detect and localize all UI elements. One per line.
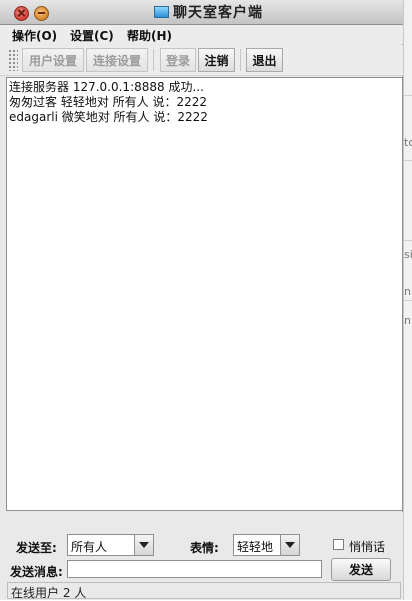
chevron-down-icon[interactable] <box>134 535 153 555</box>
close-window-button[interactable] <box>14 6 29 21</box>
logout-button[interactable]: 注销 <box>198 48 235 72</box>
compose-panel: 发送至: 所有人 表情: 轻轻地 悄悄话 发送消息: 发送 在线用户 2 人 <box>0 512 403 600</box>
background-window-strip <box>403 0 412 600</box>
bg-divider <box>404 160 412 161</box>
whisper-checkbox[interactable] <box>333 539 344 550</box>
menu-bar: 操作(O) 设置(C) 帮助(H) <box>0 25 403 44</box>
toolbar: 用户设置 连接设置 登录 注销 退出 <box>0 45 403 76</box>
user-settings-button[interactable]: 用户设置 <box>22 48 84 72</box>
bg-text-fragment: to <box>404 136 412 149</box>
chat-message-area[interactable]: 连接服务器 127.0.0.1:8888 成功... 匆匆过客 轻轻地对 所有人… <box>6 77 403 511</box>
minimize-window-button[interactable] <box>34 6 49 21</box>
bg-text-fragment: ni <box>404 314 412 327</box>
window-title: 聊天室客户端 <box>173 5 263 21</box>
exit-button[interactable]: 退出 <box>246 48 283 72</box>
bg-divider <box>404 95 412 96</box>
menu-operation[interactable]: 操作(O) <box>12 27 57 44</box>
connect-settings-button[interactable]: 连接设置 <box>86 48 148 72</box>
toolbar-separator <box>153 49 154 71</box>
bg-divider <box>404 300 412 301</box>
send-to-label: 发送至: <box>16 541 57 555</box>
chat-message: 连接服务器 127.0.0.1:8888 成功... <box>9 80 204 94</box>
window-title-group: 聊天室客户端 <box>154 3 263 21</box>
bg-text-fragment: ni <box>404 285 412 298</box>
minimize-icon <box>38 12 45 14</box>
expression-value: 轻轻地 <box>237 540 274 554</box>
bg-text-fragment: si <box>404 248 412 261</box>
chat-message: edagarli 微笑地对 所有人 说：2222 <box>9 110 208 124</box>
menu-help[interactable]: 帮助(H) <box>127 27 172 44</box>
chevron-down-icon[interactable] <box>280 535 299 555</box>
send-to-value: 所有人 <box>71 540 108 554</box>
send-to-select[interactable]: 所有人 <box>67 534 154 556</box>
toolbar-grip-handle[interactable] <box>8 49 18 71</box>
app-icon <box>154 6 169 18</box>
expression-select[interactable]: 轻轻地 <box>233 534 300 556</box>
message-input[interactable] <box>67 560 322 578</box>
chat-client-window: 聊天室客户端 操作(O) 设置(C) 帮助(H) 用户设置 连接设置 登录 注销… <box>0 0 403 600</box>
bg-divider <box>404 240 412 241</box>
status-bar: 在线用户 2 人 <box>7 582 401 600</box>
expression-label: 表情: <box>190 541 219 555</box>
online-users-text: 在线用户 2 人 <box>11 586 87 600</box>
title-bar[interactable]: 聊天室客户端 <box>0 0 403 25</box>
chat-message: 匆匆过客 轻轻地对 所有人 说：2222 <box>9 95 207 109</box>
send-button[interactable]: 发送 <box>331 558 391 581</box>
menu-settings[interactable]: 设置(C) <box>70 27 114 44</box>
login-button[interactable]: 登录 <box>160 48 196 72</box>
whisper-label[interactable]: 悄悄话 <box>349 538 385 555</box>
message-label: 发送消息: <box>10 565 63 579</box>
toolbar-separator <box>240 49 241 71</box>
